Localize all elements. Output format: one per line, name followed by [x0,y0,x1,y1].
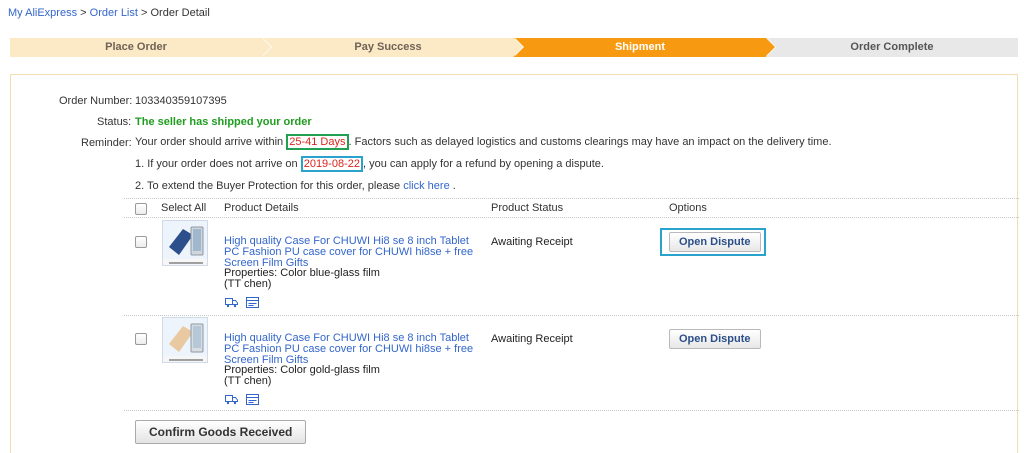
breadcrumb-my-aliexpress[interactable]: My AliExpress [8,7,77,19]
step-label: Shipment [614,41,666,53]
order-progress-bar: Place Order Pay Success Shipment Order C… [10,38,1018,57]
col-options: Options [669,202,707,214]
step-arrow [766,38,775,56]
order-detail-panel: Order Number: 103340359107395 Status: Th… [10,74,1019,453]
step-arrow [514,38,523,56]
note2-pre: 2. To extend the Buyer Protection for th… [135,180,404,192]
step-label: Place Order [105,41,167,53]
product-thumbnail-image [163,318,207,362]
product-status: Awaiting Receipt [491,333,573,345]
select-all-checkbox[interactable] [135,203,147,215]
order-number-value: 103340359107395 [135,95,227,107]
step-label: Order Complete [850,41,934,53]
product-checkbox[interactable] [135,236,147,248]
step-pay-success: Pay Success [262,38,523,57]
note-buyer-protection: 2. To extend the Buyer Protection for th… [135,180,456,192]
col-product-details: Product Details [224,202,299,214]
product-status: Awaiting Receipt [491,236,573,248]
product-title-link[interactable]: High quality Case For CHUWI Hi8 se 8 inc… [224,236,486,269]
reminder-pre: Your order should arrive within [135,136,287,148]
tracking-truck-icon[interactable] [225,297,238,308]
divider [124,315,1019,316]
reminder-post: . Factors such as delayed logistics and … [348,136,832,148]
tablet-case-product-icon[interactable] [162,317,208,363]
step-shipment: Shipment [514,38,775,57]
breadcrumb-separator: > [80,7,87,19]
confirm-goods-received-button[interactable]: Confirm Goods Received [135,420,307,444]
status-label: Status: [97,116,132,128]
breadcrumb-current: Order Detail [150,7,210,19]
step-place-order: Place Order [10,38,271,57]
divider [124,410,1019,411]
delivery-days-highlight: 25-41 Days [286,134,349,150]
open-dispute-button[interactable]: Open Dispute [669,232,761,252]
note1-pre: 1. If your order does not arrive on [135,158,301,170]
breadcrumb-order-list[interactable]: Order List [90,7,138,19]
invoice-card-icon[interactable] [246,297,259,308]
tablet-case-product-icon[interactable] [162,220,208,266]
divider [124,217,1019,218]
select-all-label: Select All [161,202,207,214]
col-product-status: Product Status [491,202,564,214]
note-dispute-date: 1. If your order does not arrive on 2019… [135,156,604,172]
step-order-complete: Order Complete [766,38,1018,57]
product-seller: (TT chen) [224,375,272,387]
breadcrumb-separator: > [141,7,148,19]
product-title-link[interactable]: High quality Case For CHUWI Hi8 se 8 inc… [224,333,486,366]
open-dispute-button[interactable]: Open Dispute [669,329,761,349]
divider [124,198,1019,199]
dispute-date-highlight: 2019-08-22 [300,156,363,172]
reminder-label: Reminder: [81,137,132,149]
product-thumbnail-image [163,221,207,265]
breadcrumb: My AliExpress > Order List > Order Detai… [8,7,210,19]
note1-post: , you can apply for a refund by opening … [362,158,604,170]
step-arrow [262,38,271,56]
note2-post: . [449,180,456,192]
reminder-text: Your order should arrive within 25-41 Da… [135,134,832,150]
order-status-text: The seller has shipped your order [135,116,312,128]
extend-protection-link[interactable]: click here [403,180,449,192]
tracking-truck-icon[interactable] [225,394,238,405]
order-number-label: Order Number: [59,95,133,107]
product-checkbox[interactable] [135,333,147,345]
step-label: Pay Success [354,41,422,53]
product-seller: (TT chen) [224,278,272,290]
invoice-card-icon[interactable] [246,394,259,405]
